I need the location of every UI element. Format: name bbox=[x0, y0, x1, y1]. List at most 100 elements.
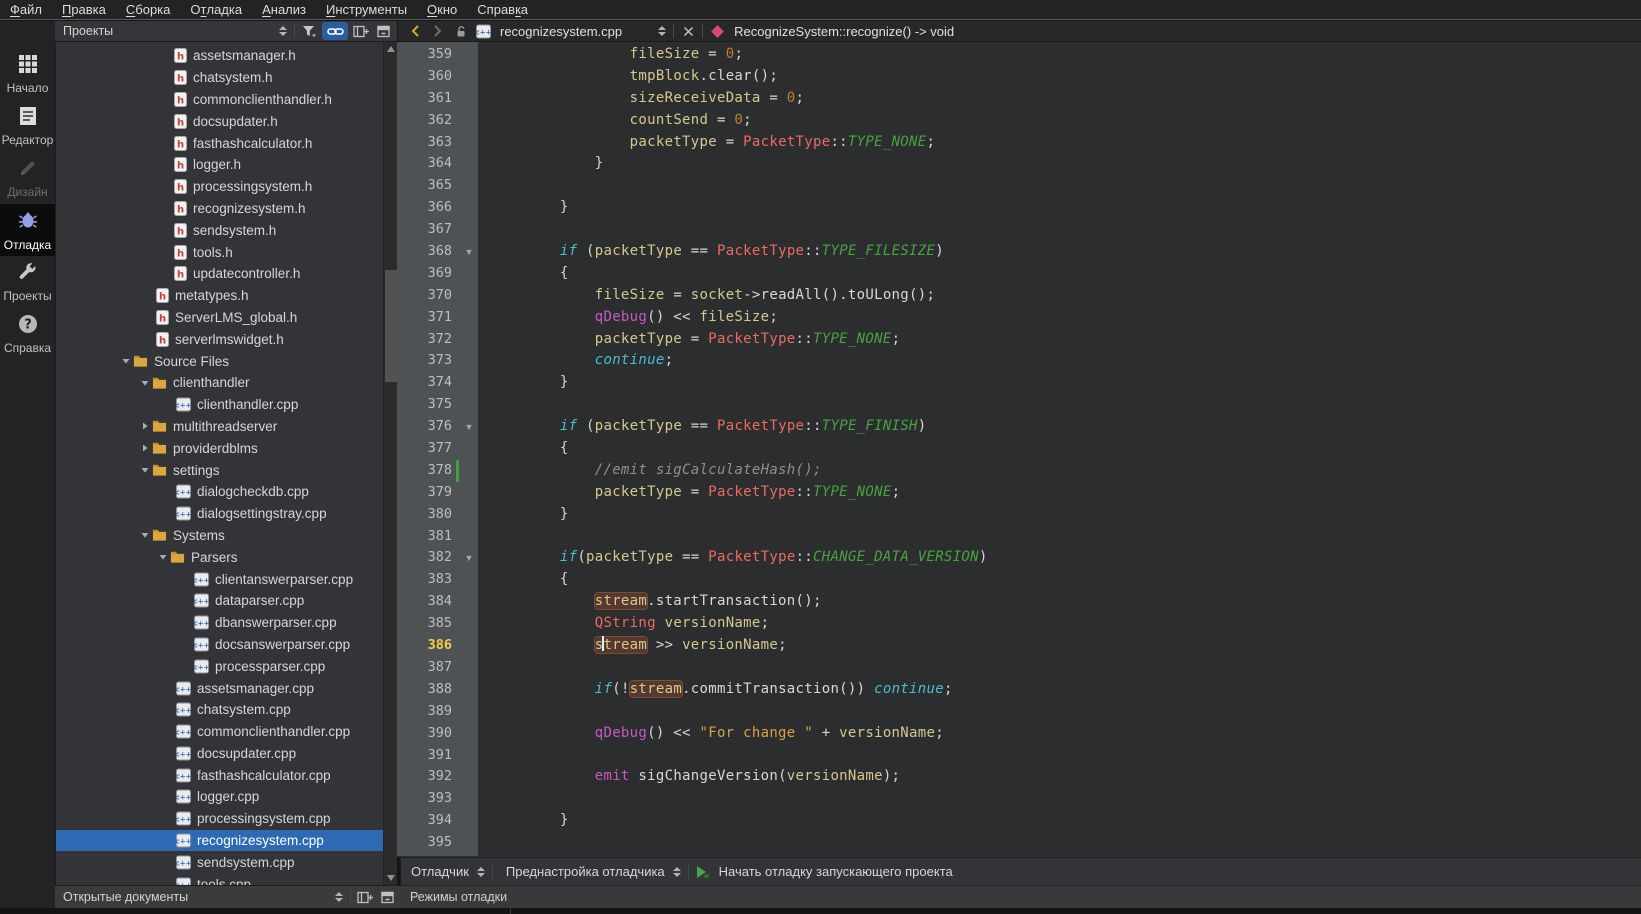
scrollbar-thumb[interactable] bbox=[385, 270, 397, 382]
tree-item[interactable]: Systems bbox=[56, 525, 383, 547]
line-number[interactable]: 394 bbox=[397, 810, 456, 832]
tree-item[interactable]: settings bbox=[56, 459, 383, 481]
line-number[interactable]: 374 bbox=[397, 372, 456, 394]
sidebar-mode-projects[interactable]: Проекты bbox=[0, 256, 55, 308]
code-line[interactable]: { bbox=[490, 438, 1641, 460]
tree-item[interactable]: hmetatypes.h bbox=[56, 285, 383, 307]
line-number[interactable]: 384 bbox=[397, 591, 456, 613]
code-line[interactable]: stream.startTransaction(); bbox=[490, 591, 1641, 613]
code-line[interactable] bbox=[490, 526, 1641, 548]
debugger-combo[interactable]: Отладчик bbox=[411, 864, 469, 879]
tree-item[interactable]: c++recognizesystem.cpp bbox=[56, 830, 383, 852]
split-panel-icon[interactable] bbox=[356, 888, 374, 906]
sidebar-mode-welcome[interactable]: Начало bbox=[0, 48, 55, 100]
filter-icon[interactable] bbox=[300, 22, 318, 40]
current-symbol-combo[interactable]: RecognizeSystem::recognize() -> void bbox=[734, 24, 954, 39]
debugger-updown-icon[interactable] bbox=[477, 867, 485, 877]
line-number[interactable]: 363 bbox=[397, 132, 456, 154]
code-line[interactable]: emit sigChangeVersion(versionName); bbox=[490, 766, 1641, 788]
line-number[interactable]: 378 bbox=[397, 460, 456, 482]
close-panel-icon[interactable] bbox=[374, 22, 392, 40]
debugger-preset-combo[interactable]: Преднастройка отладчика bbox=[506, 864, 665, 879]
line-number[interactable]: 389 bbox=[397, 701, 456, 723]
code-line[interactable]: sizeReceiveData = 0; bbox=[490, 88, 1641, 110]
tree-item[interactable]: hServerLMS_global.h bbox=[56, 307, 383, 329]
tree-item[interactable]: Source Files bbox=[56, 350, 383, 372]
chevron-right-icon[interactable] bbox=[138, 443, 152, 453]
code-line[interactable]: stream >> versionName; bbox=[490, 635, 1641, 657]
sidebar-mode-design[interactable]: Дизайн bbox=[0, 152, 55, 204]
chevron-down-icon[interactable] bbox=[138, 530, 152, 540]
line-number[interactable]: 377 bbox=[397, 438, 456, 460]
code-editor[interactable]: 359360361362363364365366367368▼369370371… bbox=[397, 42, 1641, 857]
line-number[interactable]: 395 bbox=[397, 832, 456, 854]
line-number[interactable]: 360 bbox=[397, 66, 456, 88]
tree-item[interactable]: c++assetsmanager.cpp bbox=[56, 677, 383, 699]
code-line[interactable]: fileSize = 0; bbox=[490, 44, 1641, 66]
code-line[interactable]: if(!stream.commitTransaction()) continue… bbox=[490, 679, 1641, 701]
line-number[interactable]: 393 bbox=[397, 788, 456, 810]
open-documents-title[interactable]: Открытые документы bbox=[55, 890, 331, 904]
tree-item[interactable]: hupdatecontroller.h bbox=[56, 263, 383, 285]
line-number[interactable]: 359 bbox=[397, 44, 456, 66]
document-selector-updown-icon[interactable] bbox=[658, 26, 666, 36]
tree-item[interactable]: c++processingsystem.cpp bbox=[56, 808, 383, 830]
tree-scrollbar[interactable] bbox=[383, 42, 397, 885]
code-line[interactable]: { bbox=[490, 263, 1641, 285]
code-line[interactable]: packetType = PacketType::TYPE_NONE; bbox=[490, 329, 1641, 351]
code-line[interactable]: } bbox=[490, 197, 1641, 219]
close-document-icon[interactable] bbox=[679, 22, 697, 40]
code-line[interactable]: { bbox=[490, 569, 1641, 591]
forward-icon[interactable] bbox=[428, 22, 446, 40]
line-number[interactable]: 369 bbox=[397, 263, 456, 285]
code-line[interactable] bbox=[490, 788, 1641, 810]
tree-item[interactable]: c++docsanswerparser.cpp bbox=[56, 634, 383, 656]
line-number[interactable]: 383 bbox=[397, 569, 456, 591]
chevron-down-icon[interactable] bbox=[138, 465, 152, 475]
line-number[interactable]: 376 bbox=[397, 416, 456, 438]
line-number[interactable]: 381 bbox=[397, 526, 456, 548]
code-line[interactable]: continue; bbox=[490, 350, 1641, 372]
tree-item[interactable]: providerdblms bbox=[56, 437, 383, 459]
line-number[interactable]: 385 bbox=[397, 613, 456, 635]
line-number[interactable]: 382 bbox=[397, 547, 456, 569]
open-file-name[interactable]: recognizesystem.cpp bbox=[500, 24, 622, 39]
fold-marker-icon[interactable]: ▼ bbox=[460, 553, 478, 563]
tree-item[interactable]: c++fasthashcalculator.cpp bbox=[56, 764, 383, 786]
tree-item[interactable]: hcommonclienthandler.h bbox=[56, 89, 383, 111]
panel-selector-updown-icon[interactable] bbox=[335, 892, 343, 902]
code-line[interactable]: qDebug() << "For change " + versionName; bbox=[490, 723, 1641, 745]
code-line[interactable] bbox=[490, 657, 1641, 679]
line-number[interactable]: 371 bbox=[397, 307, 456, 329]
tree-item[interactable]: c++sendsystem.cpp bbox=[56, 851, 383, 873]
sidebar-panel-title[interactable]: Проекты bbox=[55, 24, 275, 38]
tree-item[interactable]: c++clienthandler.cpp bbox=[56, 394, 383, 416]
tree-item[interactable]: c++chatsystem.cpp bbox=[56, 699, 383, 721]
panel-selector-updown-icon[interactable] bbox=[279, 26, 287, 36]
synchronize-with-editor-icon[interactable] bbox=[322, 22, 348, 40]
chevron-right-icon[interactable] bbox=[138, 421, 152, 431]
code-line[interactable]: qDebug() << fileSize; bbox=[490, 307, 1641, 329]
menu-item[interactable]: Сборка bbox=[116, 0, 181, 19]
fold-marker-icon[interactable]: ▼ bbox=[460, 422, 478, 432]
code-line[interactable]: tmpBlock.clear(); bbox=[490, 66, 1641, 88]
line-number[interactable]: 379 bbox=[397, 482, 456, 504]
menu-item[interactable]: Анализ bbox=[252, 0, 316, 19]
chevron-down-icon[interactable] bbox=[138, 378, 152, 388]
tree-item[interactable]: c++logger.cpp bbox=[56, 786, 383, 808]
code-line[interactable]: if (packetType == PacketType::TYPE_FINIS… bbox=[490, 416, 1641, 438]
line-number[interactable]: 364 bbox=[397, 153, 456, 175]
sidebar-mode-editor[interactable]: Редактор bbox=[0, 100, 55, 152]
tree-item[interactable]: c++dbanswerparser.cpp bbox=[56, 612, 383, 634]
tree-item[interactable]: hrecognizesystem.h bbox=[56, 198, 383, 220]
tree-item[interactable]: hfasthashcalculator.h bbox=[56, 132, 383, 154]
line-number[interactable]: 370 bbox=[397, 285, 456, 307]
line-number[interactable]: 365 bbox=[397, 175, 456, 197]
tree-item[interactable]: c++clientanswerparser.cpp bbox=[56, 568, 383, 590]
line-number[interactable]: 368 bbox=[397, 241, 456, 263]
tree-item[interactable]: c++dialogcheckdb.cpp bbox=[56, 481, 383, 503]
menu-item[interactable]: Инструменты bbox=[316, 0, 417, 19]
line-number[interactable]: 380 bbox=[397, 504, 456, 526]
chevron-down-icon[interactable] bbox=[156, 552, 170, 562]
menu-item[interactable]: Файл bbox=[0, 0, 52, 19]
